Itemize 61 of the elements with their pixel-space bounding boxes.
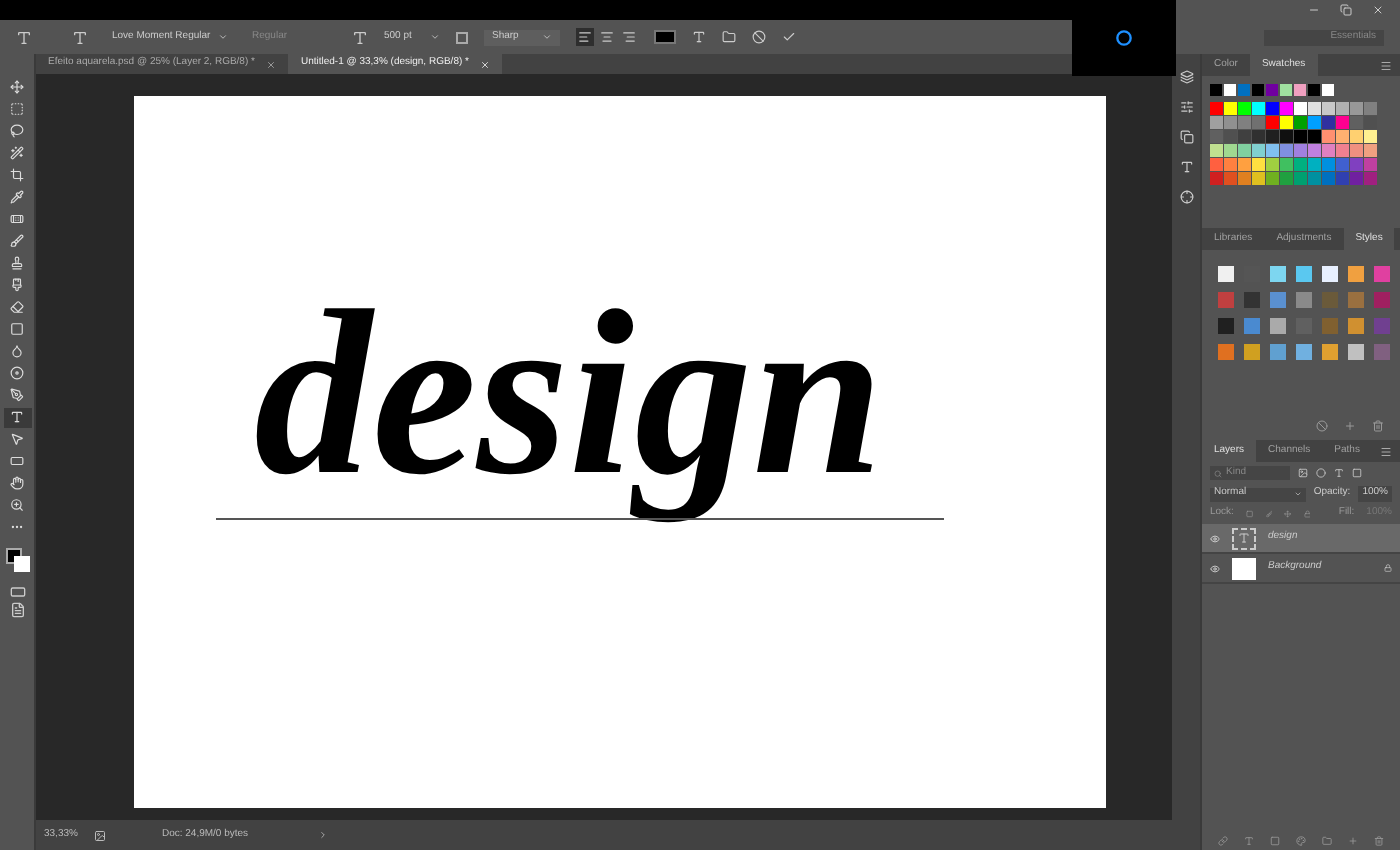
visibility-icon[interactable] [1210,563,1220,573]
droplet-icon [10,344,24,359]
align-button[interactable] [598,28,616,46]
cancel-icon[interactable] [752,30,766,44]
brush-icon [10,234,24,249]
preview-icon[interactable] [93,829,106,841]
eyedropper-icon [10,190,24,205]
rectangle-icon [10,454,24,469]
character-icon[interactable] [1179,160,1193,174]
text-color-swatch[interactable] [654,30,676,44]
caret-icon [430,32,440,42]
type-filter-icon[interactable] [1334,468,1344,478]
stamp-icon [10,256,24,271]
restore-icon[interactable] [1340,4,1352,16]
layers-icon[interactable] [1179,70,1193,84]
sliders-icon[interactable] [1179,100,1193,114]
screen-mode-icon[interactable] [9,602,25,618]
type-layer-thumbnail [1232,527,1256,549]
wand-icon [10,146,24,161]
pen-icon [10,388,24,403]
type-icon [10,410,24,425]
panel-menu-icon[interactable] [1380,445,1392,457]
copy-icon[interactable] [1179,130,1193,144]
move-icon [10,80,24,95]
delete-icon[interactable] [1372,420,1384,432]
dodge-icon [10,366,24,381]
align-button[interactable] [620,28,638,46]
caret-icon[interactable] [317,830,328,840]
lasso-icon [10,124,24,139]
image-filter-icon[interactable] [1298,468,1308,478]
warp-text-icon[interactable] [692,30,706,44]
styles-grid-drawing[interactable] [1218,266,1394,366]
caret-icon [218,32,228,42]
visibility-icon[interactable] [1210,533,1220,543]
bandage-icon [10,212,24,227]
orientation-icon[interactable] [72,29,88,45]
minimize-icon[interactable] [1308,4,1320,16]
crop-icon [10,168,24,183]
hand-icon [10,476,24,491]
close-icon[interactable] [1372,4,1384,16]
ring-icon [1116,30,1132,46]
zoom-icon [10,498,24,513]
pointer-icon [10,432,24,447]
panels-icon[interactable] [722,30,736,44]
shape-filter-icon[interactable] [1352,468,1362,478]
quick-mask-icon[interactable] [9,583,25,599]
font-size-icon [352,29,368,45]
commit-icon[interactable] [782,30,796,44]
paintbrush-icon [10,278,24,293]
design-text: design [252,260,886,528]
eraser-icon [10,300,24,315]
tool-button[interactable] [3,408,31,427]
panel-menu-icon[interactable] [1380,59,1392,71]
adjustment-filter-icon[interactable] [1316,468,1326,478]
caret-icon [542,32,552,42]
align-button[interactable] [576,28,594,46]
layer-thumbnail [1232,557,1256,579]
clear-style-icon[interactable] [1316,420,1328,432]
delete-icon[interactable] [1374,835,1384,845]
color-swatches-drawing[interactable] [5,548,29,572]
type-icon[interactable] [16,29,32,45]
